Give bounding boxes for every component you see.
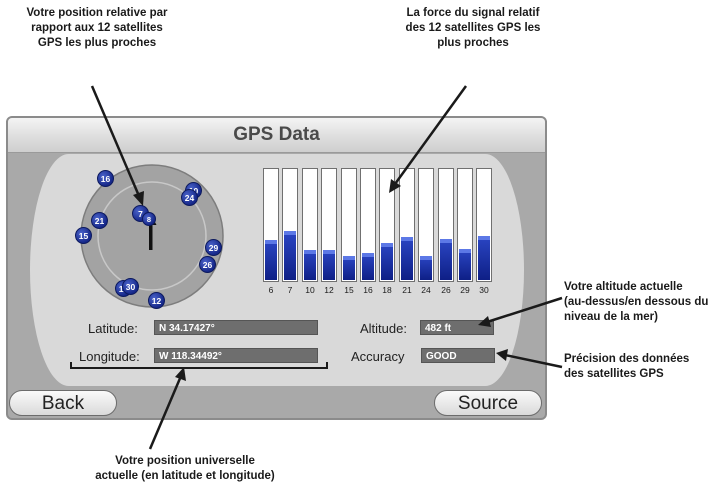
arrow-head-altitude	[478, 316, 491, 327]
arrow-line-signal	[393, 85, 468, 185]
arrow-head-signal	[389, 179, 401, 193]
arrow-line-universal	[148, 375, 183, 450]
arrow-line-accuracy	[504, 353, 563, 369]
annotation-arrows	[70, 85, 563, 450]
lat-long-bracket	[70, 362, 328, 369]
arrow-head-universal	[175, 367, 186, 381]
arrow-head-relative-position	[133, 191, 144, 206]
arrow-line-altitude	[486, 296, 563, 324]
arrow-line-relative-position	[90, 85, 141, 197]
arrow-head-accuracy	[496, 349, 508, 361]
